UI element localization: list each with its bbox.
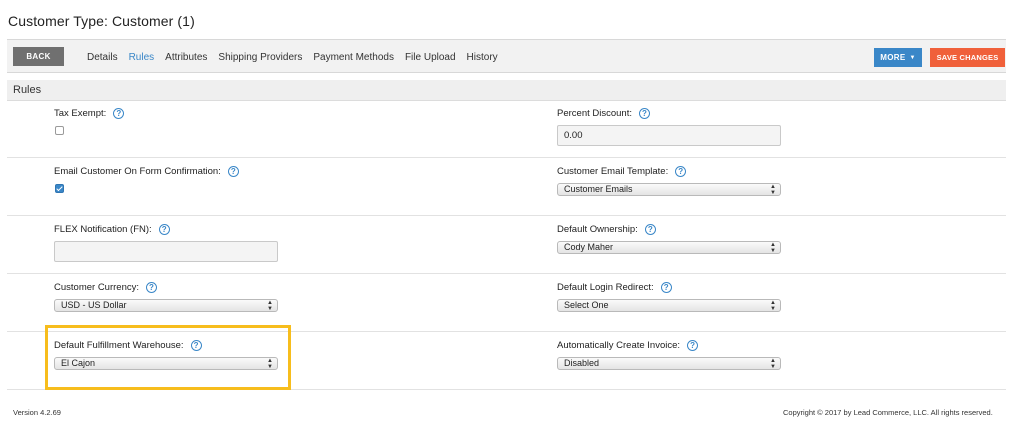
tax-exempt-checkbox[interactable] (55, 126, 64, 135)
customer-email-template-value: Customer Emails (564, 184, 633, 194)
tab-details[interactable]: Details (87, 52, 118, 63)
customer-email-template-select[interactable]: Customer Emails ▲ ▼ (557, 183, 781, 196)
customer-email-template-label-text: Customer Email Template: (557, 166, 669, 177)
email-customer-label: Email Customer On Form Confirmation: ? (54, 166, 239, 177)
customer-currency-select[interactable]: USD - US Dollar ▲ ▼ (54, 299, 278, 312)
auto-create-invoice-select[interactable]: Disabled ▲ ▼ (557, 357, 781, 370)
help-icon[interactable]: ? (660, 282, 672, 293)
help-icon[interactable]: ? (227, 166, 239, 177)
customer-currency-label-text: Customer Currency: (54, 282, 139, 293)
tab-file-upload[interactable]: File Upload (405, 52, 456, 63)
percent-discount-label: Percent Discount: ? (557, 108, 650, 119)
tax-exempt-label: Tax Exempt: ? (54, 108, 125, 119)
customer-currency-label: Customer Currency: ? (54, 282, 157, 293)
percent-discount-input[interactable]: 0.00 (557, 125, 781, 146)
select-arrows-icon: ▲ ▼ (770, 358, 776, 370)
row-divider (7, 157, 1006, 158)
select-arrows-icon: ▲ ▼ (770, 242, 776, 254)
auto-create-invoice-label-text: Automatically Create Invoice: (557, 340, 681, 351)
auto-create-invoice-value: Disabled (564, 358, 600, 368)
customer-email-template-label: Customer Email Template: ? (557, 166, 687, 177)
version-text: Version 4.2.69 (13, 408, 61, 417)
default-ownership-select[interactable]: Cody Maher ▲ ▼ (557, 241, 781, 254)
default-login-redirect-select[interactable]: Select One ▲ ▼ (557, 299, 781, 312)
save-changes-button[interactable]: SAVE CHANGES (930, 48, 1005, 67)
help-icon[interactable]: ? (687, 340, 699, 351)
toolbar: BACK Details Rules Attributes Shipping P… (7, 39, 1006, 73)
row-divider (7, 273, 1006, 274)
help-icon[interactable]: ? (644, 224, 656, 235)
flex-notification-label: FLEX Notification (FN): ? (54, 224, 170, 235)
percent-discount-label-text: Percent Discount: (557, 108, 632, 119)
help-icon[interactable]: ? (113, 108, 125, 119)
flex-notification-input[interactable] (54, 241, 278, 262)
default-ownership-label-text: Default Ownership: (557, 224, 638, 235)
row-divider (7, 215, 1006, 216)
back-button[interactable]: BACK (13, 47, 64, 66)
select-arrows-icon: ▲ ▼ (770, 184, 776, 196)
tab-rules[interactable]: Rules (129, 52, 155, 63)
select-arrows-icon: ▲ ▼ (770, 300, 776, 312)
default-ownership-label: Default Ownership: ? (557, 224, 656, 235)
highlight-annotation-box (45, 325, 291, 390)
caret-down-icon: ▼ (909, 54, 916, 61)
tab-shipping-providers[interactable]: Shipping Providers (218, 52, 302, 63)
more-button[interactable]: MORE ▼ (874, 48, 922, 67)
auto-create-invoice-label: Automatically Create Invoice: ? (557, 340, 699, 351)
default-ownership-value: Cody Maher (564, 242, 614, 252)
customer-currency-value: USD - US Dollar (61, 300, 127, 310)
help-icon[interactable]: ? (158, 224, 170, 235)
default-login-redirect-label-text: Default Login Redirect: (557, 282, 654, 293)
tax-exempt-label-text: Tax Exempt: (54, 108, 107, 119)
default-login-redirect-label: Default Login Redirect: ? (557, 282, 672, 293)
flex-notification-label-text: FLEX Notification (FN): (54, 224, 152, 235)
help-icon[interactable]: ? (675, 166, 687, 177)
default-login-redirect-value: Select One (564, 300, 609, 310)
tab-nav: Details Rules Attributes Shipping Provid… (87, 40, 509, 74)
copyright-text: Copyright © 2017 by Lead Commerce, LLC. … (783, 408, 993, 417)
email-customer-checkbox[interactable] (55, 184, 64, 193)
tab-attributes[interactable]: Attributes (165, 52, 207, 63)
select-arrows-icon: ▲ ▼ (267, 300, 273, 312)
tab-history[interactable]: History (467, 52, 498, 63)
section-header-rules: Rules (7, 80, 1006, 101)
help-icon[interactable]: ? (638, 108, 650, 119)
tab-payment-methods[interactable]: Payment Methods (313, 52, 394, 63)
more-button-label: MORE (880, 53, 906, 62)
email-customer-label-text: Email Customer On Form Confirmation: (54, 166, 221, 177)
help-icon[interactable]: ? (146, 282, 157, 293)
page-title: Customer Type: Customer (1) (8, 13, 195, 29)
